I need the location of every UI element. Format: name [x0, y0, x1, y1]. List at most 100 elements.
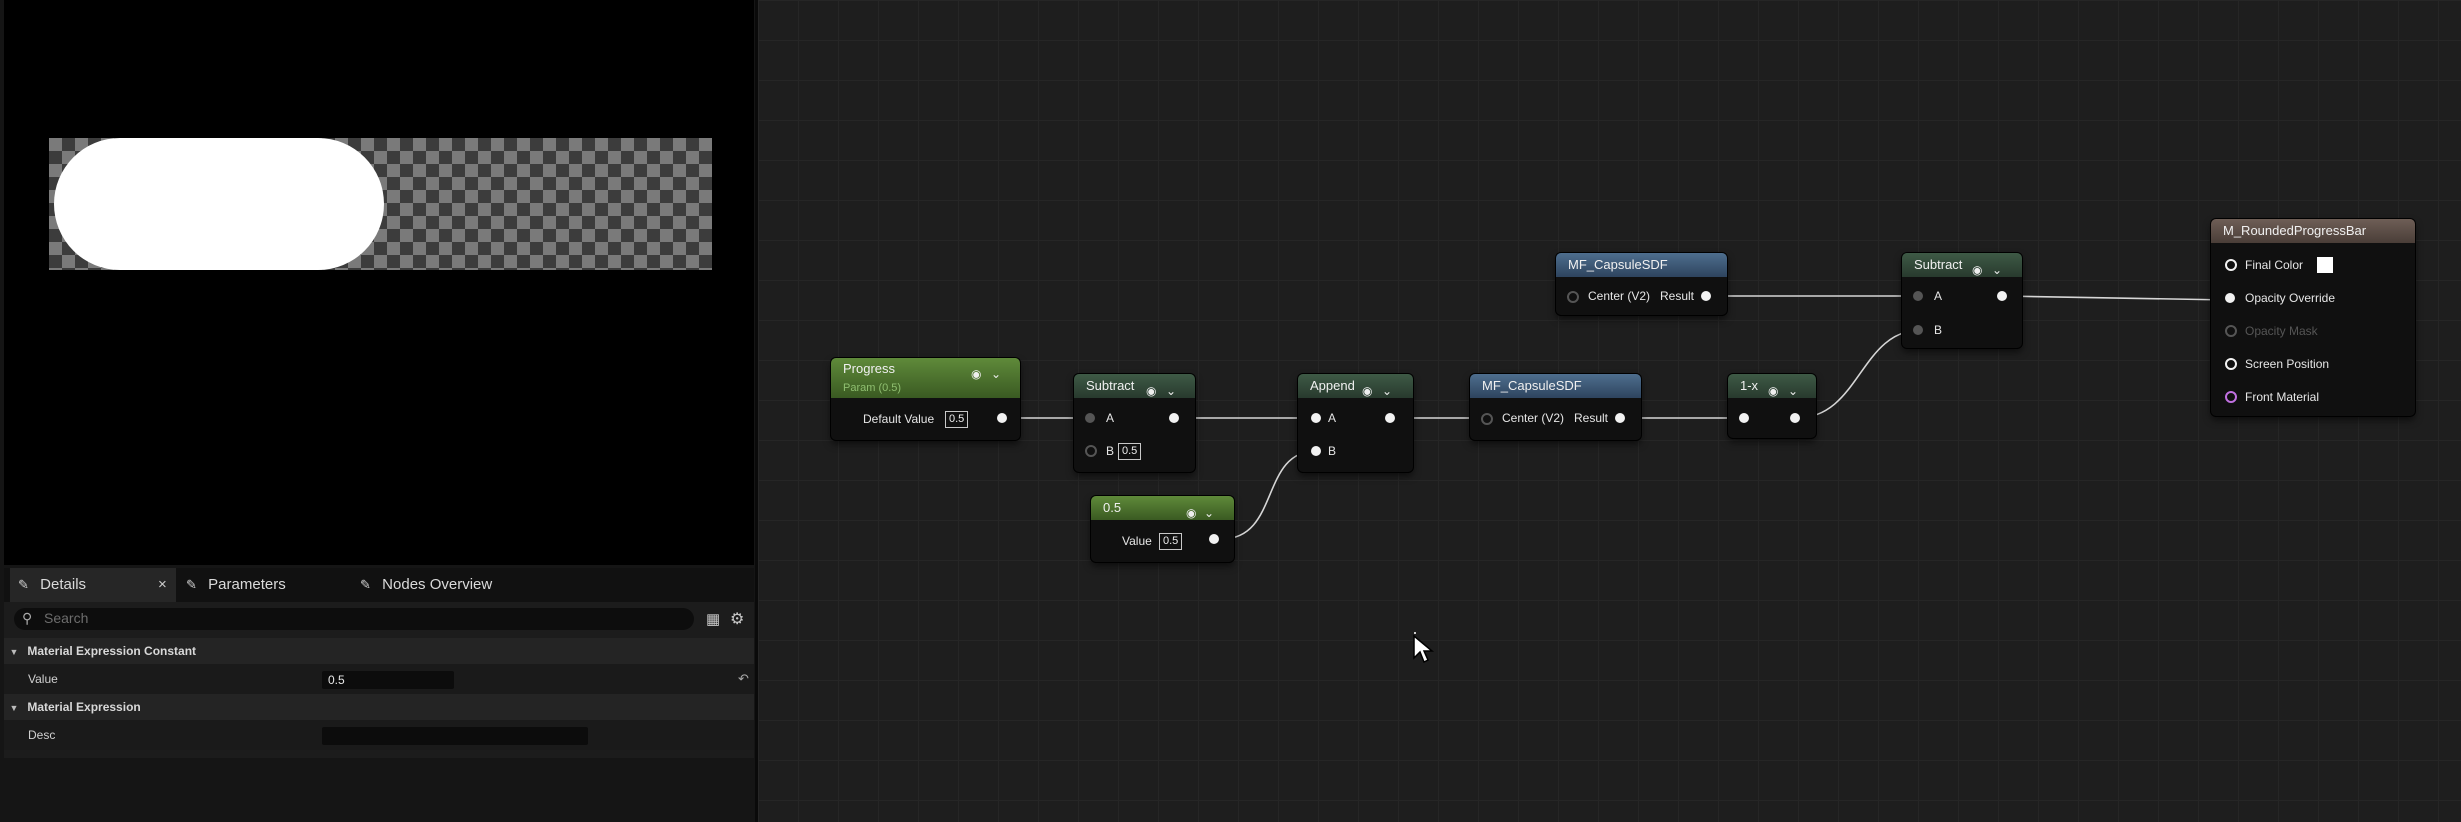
input-pin[interactable]: [1739, 413, 1749, 423]
input-pin-b[interactable]: [1085, 445, 1097, 457]
node-title: Subtract: [1086, 378, 1135, 393]
default-value-field[interactable]: 0.5: [945, 411, 969, 428]
search-placeholder: Search: [44, 610, 89, 626]
tab-parameters[interactable]: ✎ Parameters: [186, 568, 286, 602]
output-pin[interactable]: [1615, 413, 1625, 423]
input-pin-a[interactable]: [1913, 291, 1923, 301]
output-pin[interactable]: [1997, 291, 2007, 301]
node-material-result[interactable]: M_RoundedProgressBar Final Color Opacity…: [2211, 219, 2415, 416]
pencil-icon: ✎: [18, 577, 29, 592]
chevron-down-icon[interactable]: ⌄: [1166, 379, 1176, 403]
node-title: MF_CapsuleSDF: [1482, 378, 1582, 393]
node-header[interactable]: 1-x ◉ ⌄: [1728, 374, 1816, 398]
pin-label-result: Result: [1574, 411, 1609, 425]
chevron-down-icon[interactable]: ⌄: [1204, 501, 1214, 525]
chevron-down-icon[interactable]: ⌄: [1382, 379, 1392, 403]
node-header[interactable]: Append ◉ ⌄: [1298, 374, 1413, 398]
output-pin[interactable]: [1385, 413, 1395, 423]
preview-circle-icon[interactable]: ◉: [971, 363, 981, 385]
node-header[interactable]: Subtract ◉ ⌄: [1074, 374, 1195, 398]
tab-details[interactable]: ✎ Details ×: [10, 568, 176, 602]
node-header[interactable]: 0.5 ◉ ⌄: [1091, 496, 1234, 520]
section-title-constant: Material Expression Constant: [27, 644, 197, 658]
collapse-triangle-icon: ▼: [9, 703, 19, 713]
panel-tabbar: ✎ Details × ✎ Parameters ✎ Nodes Overvie…: [4, 568, 754, 602]
input-pin-screen-position[interactable]: [2225, 358, 2237, 370]
preview-circle-icon[interactable]: ◉: [1972, 258, 1982, 282]
constant-value-field[interactable]: 0.5: [1159, 533, 1183, 550]
node-header[interactable]: Subtract ◉ ⌄: [1902, 253, 2022, 277]
preview-circle-icon[interactable]: ◉: [1768, 379, 1778, 403]
output-pin[interactable]: [1790, 413, 1800, 423]
node-capsule-sdf-bottom[interactable]: MF_CapsuleSDF Center (V2) Result: [1470, 374, 1641, 440]
input-pin-b[interactable]: [1913, 325, 1923, 335]
output-pin[interactable]: [1209, 534, 1219, 544]
input-pin-opacity-mask[interactable]: [2225, 325, 2237, 337]
pin-label-b: B: [1934, 323, 1943, 337]
input-pin-front-material[interactable]: [2225, 391, 2237, 403]
chevron-down-icon[interactable]: ⌄: [991, 363, 1001, 385]
preview-circle-icon[interactable]: ◉: [1146, 379, 1156, 403]
close-icon[interactable]: ×: [158, 568, 167, 602]
tab-nodes-overview[interactable]: ✎ Nodes Overview: [360, 568, 492, 602]
chevron-down-icon[interactable]: ⌄: [1788, 379, 1798, 403]
node-subtract-1[interactable]: Subtract ◉ ⌄ A B 0.5: [1074, 374, 1195, 472]
reset-icon[interactable]: ↶: [738, 664, 749, 694]
final-color-swatch[interactable]: [2317, 257, 2333, 273]
pin-label-a: A: [1328, 411, 1337, 425]
input-pin-a[interactable]: [1311, 413, 1321, 423]
preview-checker-strip: [49, 138, 712, 270]
preview-circle-icon[interactable]: ◉: [1186, 501, 1196, 525]
pin-label-a: A: [1934, 289, 1943, 303]
grid-icon[interactable]: ▦: [706, 610, 720, 628]
section-header-constant[interactable]: ▼ Material Expression Constant: [4, 638, 754, 664]
preview-rounded-capsule: [54, 138, 384, 270]
input-pin-center[interactable]: [1567, 291, 1579, 303]
tab-parameters-label: Parameters: [208, 576, 286, 593]
input-pin-a[interactable]: [1085, 413, 1095, 423]
desc-field[interactable]: [322, 727, 588, 745]
node-capsule-sdf-top[interactable]: MF_CapsuleSDF Center (V2) Result: [1556, 253, 1727, 315]
tab-details-label: Details: [40, 576, 87, 593]
node-header[interactable]: Progress Param (0.5) ◉ ⌄: [831, 358, 1020, 398]
chevron-down-icon[interactable]: ⌄: [1992, 258, 2002, 282]
input-pin-opacity-override[interactable]: [2225, 293, 2235, 303]
input-pin-final-color[interactable]: [2225, 259, 2237, 271]
node-header[interactable]: M_RoundedProgressBar: [2211, 219, 2415, 243]
node-title: Append: [1310, 378, 1355, 393]
material-preview-viewport[interactable]: [4, 0, 754, 565]
value-field[interactable]: 0.5: [322, 671, 454, 689]
output-pin[interactable]: [1701, 291, 1711, 301]
search-input[interactable]: ⚲ Search: [14, 608, 694, 630]
pin-label-opacity-mask: Opacity Mask: [2245, 324, 2318, 338]
node-progress-param[interactable]: Progress Param (0.5) ◉ ⌄ Default Value 0…: [831, 358, 1020, 440]
pencil-icon: ✎: [186, 577, 197, 592]
output-pin[interactable]: [1169, 413, 1179, 423]
node-constant[interactable]: 0.5 ◉ ⌄ Value 0.5: [1091, 496, 1234, 562]
preview-circle-icon[interactable]: ◉: [1362, 379, 1372, 403]
input-pin-b[interactable]: [1311, 446, 1321, 456]
pin-label-b: B: [1106, 444, 1115, 458]
node-subtitle: Param (0.5): [843, 382, 902, 394]
desc-label: Desc: [28, 728, 56, 742]
mouse-cursor-icon: [1413, 634, 1435, 664]
pin-label-screen-position: Screen Position: [2245, 357, 2330, 371]
b-value-field[interactable]: 0.5: [1118, 443, 1142, 460]
value-label: Value: [28, 672, 58, 686]
section-title-expression: Material Expression: [27, 700, 141, 714]
node-one-minus[interactable]: 1-x ◉ ⌄: [1728, 374, 1816, 438]
node-title: MF_CapsuleSDF: [1568, 257, 1668, 272]
node-title: 1-x: [1740, 378, 1759, 393]
node-append[interactable]: Append ◉ ⌄ A B: [1298, 374, 1413, 472]
search-icon: ⚲: [22, 610, 33, 626]
node-header[interactable]: MF_CapsuleSDF: [1556, 253, 1727, 277]
node-subtract-2[interactable]: Subtract ◉ ⌄ A B: [1902, 253, 2022, 348]
section-header-expression[interactable]: ▼ Material Expression: [4, 694, 754, 720]
node-header[interactable]: MF_CapsuleSDF: [1470, 374, 1641, 398]
output-pin[interactable]: [997, 413, 1007, 423]
property-row-desc: Desc: [4, 720, 754, 750]
input-pin-center[interactable]: [1481, 413, 1493, 425]
gear-icon[interactable]: ⚙: [730, 609, 744, 629]
pin-label-front-material: Front Material: [2245, 390, 2320, 404]
node-title: 0.5: [1103, 500, 1122, 515]
